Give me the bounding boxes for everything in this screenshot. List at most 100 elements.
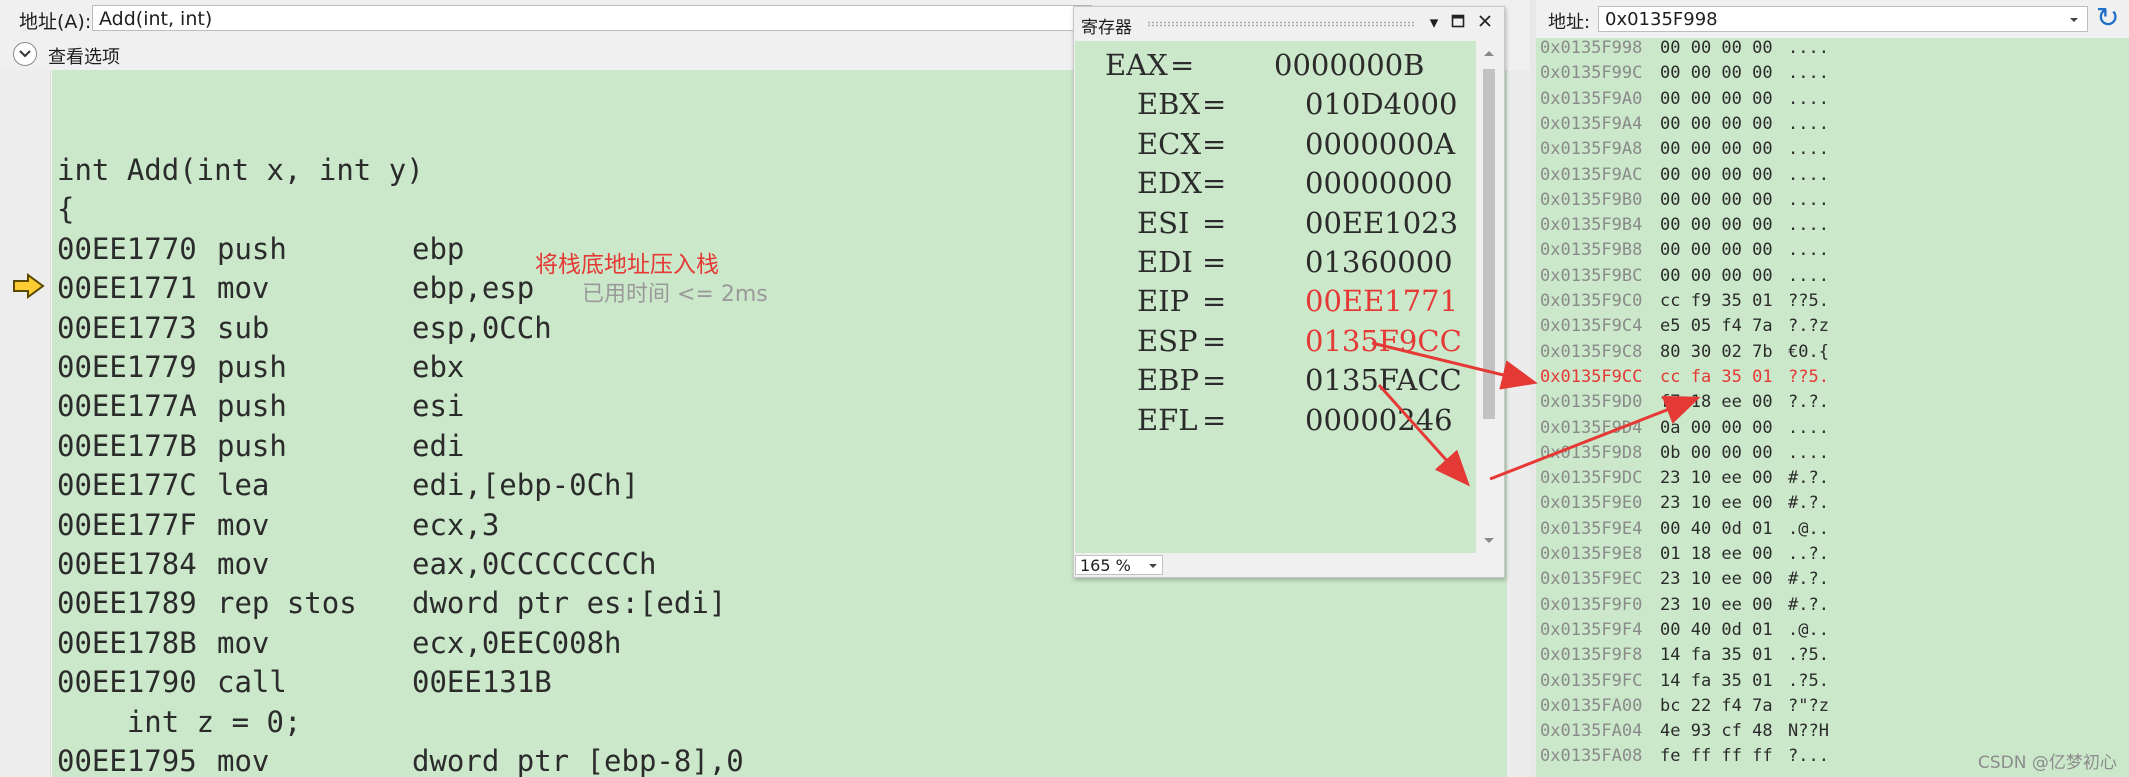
memory-row[interactable]: 0x0135F9E4 00 40 0d 01 .@.. <box>1536 519 2129 544</box>
instruction-address: 00EE1770 <box>57 232 197 266</box>
instruction-address: 00EE1779 <box>57 350 197 384</box>
memory-row[interactable]: 0x0135F9F0 23 10 ee 00 #.?. <box>1536 595 2129 620</box>
breakpoint-gutter[interactable] <box>0 70 51 777</box>
memory-chars: .... <box>1788 89 1829 109</box>
memory-bytes: 14 fa 35 01 <box>1660 671 1773 691</box>
instruction-address: 00EE1773 <box>57 311 197 345</box>
memory-address: 0x0135F9CC <box>1540 367 1643 387</box>
memory-row[interactable]: 0x0135F998 00 00 00 00.... <box>1536 38 2129 63</box>
scroll-up-icon[interactable] <box>1477 45 1501 61</box>
memory-row[interactable]: 0x0135F9D0 f7 18 ee 00?.?. <box>1536 392 2129 417</box>
memory-row[interactable]: 0x0135F9A0 00 00 00 00.... <box>1536 89 2129 114</box>
memory-row[interactable]: 0x0135F9EC 23 10 ee 00 #.?. <box>1536 569 2129 594</box>
view-options-toggle[interactable] <box>13 42 37 66</box>
memory-row[interactable]: 0x0135FA04 4e 93 cf 48 N??H <box>1536 721 2129 746</box>
instruction-mnemonic: lea <box>217 468 270 502</box>
current-instruction-pointer-icon <box>13 273 45 299</box>
source-line: int z = 0; <box>57 705 302 739</box>
memory-bytes: e5 05 f4 7a <box>1660 316 1773 336</box>
memory-row[interactable]: 0x0135FA00 bc 22 f4 7a ?"?z <box>1536 696 2129 721</box>
source-line: int Add(int x, int y) <box>57 153 424 187</box>
disassembly-scrollbar[interactable] <box>1507 70 1530 777</box>
memory-bytes: 14 fa 35 01 <box>1660 645 1773 665</box>
register-equals: = <box>1202 245 1227 279</box>
memory-chars: ??5. <box>1788 291 1829 311</box>
register-value[interactable]: 00EE1771 <box>1305 284 1458 318</box>
memory-row[interactable]: 0x0135F9C0 cc f9 35 01 ??5. <box>1536 291 2129 316</box>
memory-row[interactable]: 0x0135F9A8 00 00 00 00.... <box>1536 139 2129 164</box>
instruction-mnemonic: push <box>217 232 287 266</box>
memory-row[interactable]: 0x0135F9FC 14 fa 35 01 .?5. <box>1536 671 2129 696</box>
memory-bytes: 4e 93 cf 48 <box>1660 721 1773 741</box>
window-position-dropdown-icon[interactable]: ▾ <box>1423 12 1445 34</box>
register-value[interactable]: 0135F9CC <box>1305 324 1462 358</box>
registers-title-bar[interactable]: 寄存器 ▾ <box>1074 7 1504 39</box>
memory-address: 0x0135F9A8 <box>1540 139 1643 159</box>
memory-address: 0x0135F9C0 <box>1540 291 1643 311</box>
memory-address-value: 0x0135F998 <box>1605 9 1718 30</box>
registers-scrollbar[interactable] <box>1477 41 1501 553</box>
memory-row[interactable]: 0x0135F9C8 80 30 02 7b €0.{ <box>1536 342 2129 367</box>
memory-address: 0x0135F9B4 <box>1540 215 1643 235</box>
memory-row[interactable]: 0x0135F9F8 14 fa 35 01 .?5. <box>1536 645 2129 670</box>
memory-chars: .... <box>1788 240 1829 260</box>
memory-address-bar: 地址: 0x0135F998 ↻ <box>1536 0 2129 38</box>
memory-address: 0x0135F9C4 <box>1540 316 1643 336</box>
memory-row[interactable]: 0x0135F9B4 00 00 00 00.... <box>1536 215 2129 240</box>
chevron-down-icon <box>19 50 31 58</box>
memory-address: 0x0135F998 <box>1540 38 1643 58</box>
memory-row[interactable]: 0x0135F9B0 00 00 00 00.... <box>1536 190 2129 215</box>
register-equals: = <box>1202 403 1227 437</box>
memory-row[interactable]: 0x0135F9BC 00 00 00 00.... <box>1536 266 2129 291</box>
instruction-operands: eax,0CCCCCCCCh <box>412 547 657 581</box>
memory-bytes: 00 00 00 00 <box>1660 139 1773 159</box>
dropdown-arrow-icon[interactable] <box>2067 13 2081 27</box>
memory-address: 0x0135F9C8 <box>1540 342 1643 362</box>
register-value[interactable]: 00000000 <box>1305 166 1453 200</box>
drag-grip[interactable] <box>1147 21 1415 27</box>
memory-row[interactable]: 0x0135F9B8 00 00 00 00.... <box>1536 240 2129 265</box>
register-name: ESP <box>1137 324 1198 358</box>
register-value[interactable]: 00000246 <box>1305 403 1453 437</box>
register-value[interactable]: 00EE1023 <box>1305 206 1458 240</box>
memory-row[interactable]: 0x0135F9C4 e5 05 f4 7a ?.?z <box>1536 316 2129 341</box>
instruction-address: 00EE1771 <box>57 271 197 305</box>
refresh-icon[interactable]: ↻ <box>2096 2 2119 34</box>
memory-row[interactable]: 0x0135F9A4 00 00 00 00.... <box>1536 114 2129 139</box>
zoom-value: 165 % <box>1080 556 1131 575</box>
memory-row[interactable]: 0x0135F9D8 0b 00 00 00.... <box>1536 443 2129 468</box>
memory-row[interactable]: 0x0135F9AC 00 00 00 00.... <box>1536 165 2129 190</box>
zoom-select[interactable]: 165 % <box>1075 555 1163 575</box>
scrollbar-thumb[interactable] <box>1483 69 1495 419</box>
register-value[interactable]: 0000000A <box>1305 127 1455 161</box>
register-name: ESI <box>1137 206 1190 240</box>
register-value[interactable]: 0135FACC <box>1305 363 1462 397</box>
close-icon[interactable] <box>1474 12 1496 34</box>
memory-row[interactable]: 0x0135F99C 00 00 00 00.... <box>1536 63 2129 88</box>
memory-chars: .?5. <box>1788 645 1829 665</box>
memory-address: 0x0135FA08 <box>1540 746 1643 766</box>
memory-row[interactable]: 0x0135F9CC cc fa 35 01 ??5. <box>1536 367 2129 392</box>
register-value[interactable]: 010D4000 <box>1305 87 1457 121</box>
memory-address-input[interactable]: 0x0135F998 <box>1598 6 2088 32</box>
memory-chars: ?.?. <box>1788 392 1829 412</box>
memory-address: 0x0135F9F4 <box>1540 620 1643 640</box>
chevron-down-icon <box>1149 564 1157 568</box>
memory-address: 0x0135F9DC <box>1540 468 1643 488</box>
memory-row[interactable]: 0x0135F9E8 01 18 ee 00..?. <box>1536 544 2129 569</box>
register-value[interactable]: 01360000 <box>1305 245 1453 279</box>
memory-chars: .... <box>1788 165 1829 185</box>
memory-row[interactable]: 0x0135F9D4 0a 00 00 00.... <box>1536 418 2129 443</box>
memory-bytes: cc fa 35 01 <box>1660 367 1773 387</box>
maximize-icon[interactable] <box>1447 12 1469 34</box>
memory-row[interactable]: 0x0135F9DC 23 10 ee 00 #.?. <box>1536 468 2129 493</box>
address-input[interactable]: Add(int, int) <box>92 5 1092 31</box>
memory-row[interactable]: 0x0135F9E0 23 10 ee 00 #.?. <box>1536 493 2129 518</box>
scroll-down-icon[interactable] <box>1477 533 1501 549</box>
registers-window[interactable]: 寄存器 ▾ 165 % EAX = 0000000B EBX = 010D4000 ECX =… <box>1073 6 1505 578</box>
memory-chars: #.?. <box>1788 569 1829 589</box>
instruction-operands: edi,[ebp-0Ch] <box>412 468 639 502</box>
memory-row[interactable]: 0x0135F9F4 00 40 0d 01 .@.. <box>1536 620 2129 645</box>
register-value[interactable]: 0000000B <box>1274 48 1424 82</box>
memory-bytes: fe ff ff ff <box>1660 746 1773 766</box>
